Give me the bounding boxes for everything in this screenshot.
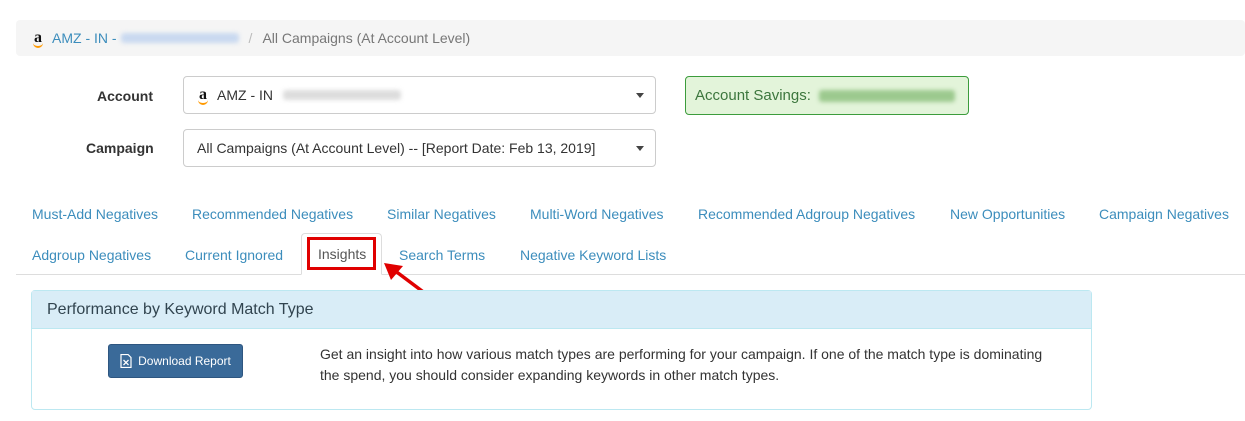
- insights-highlight-box: [307, 237, 376, 270]
- account-select-value: AMZ - IN: [217, 87, 273, 103]
- breadcrumb: a AMZ - IN - / All Campaigns (At Account…: [16, 20, 1245, 56]
- tab-adgroup-negatives[interactable]: Adgroup Negatives: [32, 247, 151, 263]
- file-excel-icon: [120, 354, 132, 368]
- tabs-divider: [16, 274, 1245, 275]
- tab-recommended-adgroup-negatives[interactable]: Recommended Adgroup Negatives: [698, 206, 915, 222]
- tab-campaign-negatives[interactable]: Campaign Negatives: [1099, 206, 1229, 222]
- caret-down-icon: [636, 93, 644, 98]
- amazon-logo-icon: a: [33, 29, 43, 48]
- tab-similar-negatives[interactable]: Similar Negatives: [387, 206, 496, 222]
- account-label: Account: [97, 88, 153, 104]
- blurred-account-id: [120, 33, 239, 43]
- blurred-savings-amount: [818, 89, 955, 102]
- campaign-label: Campaign: [86, 140, 154, 156]
- campaign-select[interactable]: All Campaigns (At Account Level) -- [Rep…: [183, 129, 656, 167]
- breadcrumb-separator: /: [248, 30, 253, 46]
- breadcrumb-current: All Campaigns (At Account Level): [262, 30, 471, 46]
- account-savings-badge: Account Savings:: [685, 76, 969, 115]
- tab-multi-word-negatives[interactable]: Multi-Word Negatives: [530, 206, 664, 222]
- panel-description: Get an insight into how various match ty…: [320, 346, 1043, 383]
- panel-title: Performance by Keyword Match Type: [32, 291, 1091, 329]
- tab-negative-keyword-lists[interactable]: Negative Keyword Lists: [520, 247, 666, 263]
- tab-must-add-negatives[interactable]: Must-Add Negatives: [32, 206, 158, 222]
- tab-current-ignored[interactable]: Current Ignored: [185, 247, 283, 263]
- caret-down-icon: [636, 146, 644, 151]
- tab-new-opportunities[interactable]: New Opportunities: [950, 206, 1065, 222]
- breadcrumb-account-link[interactable]: AMZ - IN -: [52, 30, 117, 46]
- amazon-logo-icon: a: [198, 86, 208, 105]
- account-select[interactable]: a AMZ - IN: [183, 76, 656, 114]
- download-report-label: Download Report: [138, 354, 231, 368]
- tab-recommended-negatives[interactable]: Recommended Negatives: [192, 206, 353, 222]
- account-savings-label: Account Savings:: [695, 87, 811, 104]
- campaign-select-value: All Campaigns (At Account Level) -- [Rep…: [197, 140, 596, 156]
- download-report-button[interactable]: Download Report: [108, 344, 243, 378]
- blurred-account-id: [283, 90, 401, 100]
- insights-panel: Performance by Keyword Match Type Downlo…: [31, 290, 1092, 410]
